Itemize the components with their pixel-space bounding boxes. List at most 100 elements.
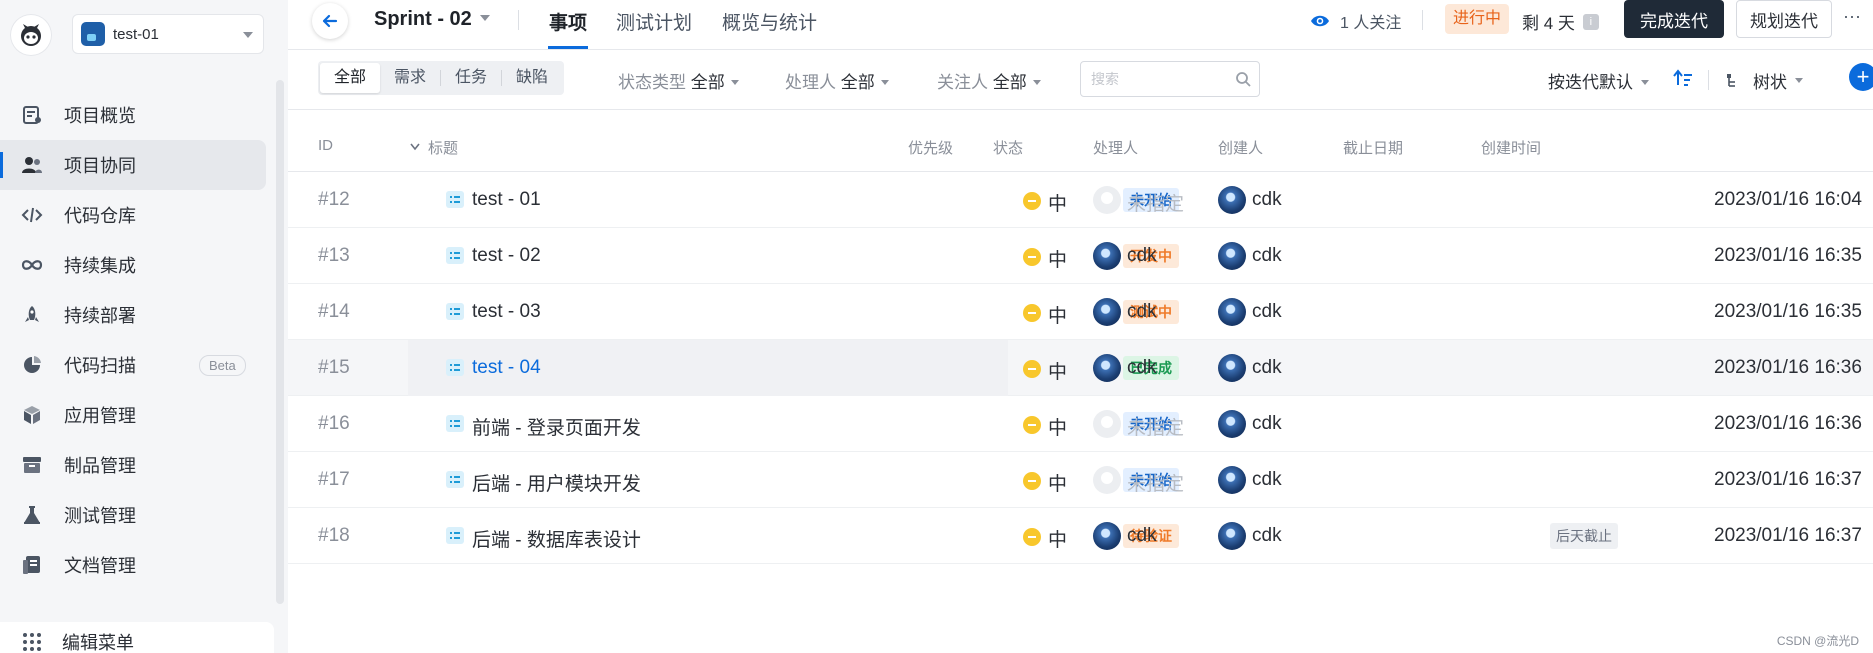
item-title[interactable]: test - 02 (472, 245, 541, 267)
creator-avatar (1218, 186, 1246, 214)
item-priority[interactable]: 中 (1048, 301, 1067, 328)
info-icon[interactable]: i (1582, 13, 1599, 30)
app-logo[interactable] (10, 14, 52, 56)
sidebar-item-overview[interactable]: 项目概览 (0, 90, 272, 140)
item-title[interactable]: test - 01 (472, 189, 541, 211)
assignee-avatar (1093, 298, 1121, 326)
filter-label: 处理人 (785, 73, 836, 92)
watcher-filter[interactable]: 关注人 全部 (937, 68, 1041, 93)
table-row[interactable]: #12 test - 01 中未开始 未指定 cdk 2023/01/16 16:04 (288, 172, 1873, 228)
item-priority[interactable]: 中 (1048, 245, 1067, 272)
more-options-icon[interactable]: ··· (1843, 6, 1861, 27)
segment-defect[interactable]: 缺陷 (502, 63, 562, 93)
creator-avatar (1218, 298, 1246, 326)
list-type-icon (446, 191, 464, 208)
segment-task[interactable]: 任务 (441, 63, 501, 93)
item-priority[interactable]: 中 (1048, 469, 1067, 496)
sidebar-item-docs[interactable]: 文档管理 (0, 540, 272, 590)
table-row[interactable]: #17 后端 - 用户模块开发中未开始 未指定 cdk 2023/01/16 16:37 (288, 452, 1873, 508)
sidebar-item-apps[interactable]: 应用管理 (0, 390, 272, 440)
item-priority[interactable]: 中 (1048, 413, 1067, 440)
segment-requirement[interactable]: 需求 (380, 63, 440, 93)
sprint-selector[interactable]: Sprint - 02 (374, 8, 490, 31)
header-id[interactable]: ID (318, 137, 333, 154)
search-input[interactable] (1080, 61, 1260, 97)
assignee-name[interactable]: 未指定 (1127, 469, 1184, 496)
item-priority[interactable]: 中 (1048, 357, 1067, 384)
sprint-name: Sprint - 02 (374, 8, 472, 30)
header-creator[interactable]: 创建人 (1218, 137, 1263, 158)
plan-sprint-button[interactable]: 规划迭代 (1736, 0, 1832, 38)
creator-name: cdk (1252, 245, 1282, 266)
view-mode-selector[interactable]: 树状 (1725, 68, 1803, 93)
table-row[interactable]: #16 前端 - 登录页面开发中未开始 未指定 cdk 2023/01/16 16:36 (288, 396, 1873, 452)
complete-sprint-button[interactable]: 完成迭代 (1624, 0, 1724, 38)
tab-overview-stats[interactable]: 概览与统计 (722, 8, 817, 35)
table-row[interactable]: #14 test - 03 中测试中 cdk cdk 2023/01/16 16:35 (288, 284, 1873, 340)
edit-menu-label: 编辑菜单 (62, 633, 134, 653)
sidebar-item-label: 持续集成 (64, 256, 136, 276)
sidebar-item-artifacts[interactable]: 制品管理 (0, 440, 272, 490)
search-icon[interactable] (1235, 71, 1251, 87)
item-priority[interactable]: 中 (1048, 189, 1067, 216)
item-title[interactable]: 后端 - 数据库表设计 (472, 525, 641, 552)
add-item-button[interactable]: + (1849, 63, 1873, 91)
sort-selector[interactable]: 按迭代默认 (1548, 68, 1649, 93)
sort-direction-icon[interactable] (1673, 69, 1693, 89)
app-root: test-01 项目概览 项目协同 代码仓库 持续集成 持续部署 代码扫描 Be… (0, 0, 1873, 653)
header-created-time[interactable]: 创建时间 (1481, 137, 1541, 158)
filter-value: 全部 (840, 73, 875, 92)
filter-value: 全部 (992, 73, 1027, 92)
tab-test-plan[interactable]: 测试计划 (616, 8, 692, 35)
due-date-tag[interactable]: 后天截止 (1550, 523, 1618, 549)
project-selector[interactable]: test-01 (72, 14, 264, 54)
created-time: 2023/01/16 16:37 (1714, 525, 1862, 546)
assignee-name[interactable]: cdk (1127, 301, 1157, 323)
sidebar-item-testing[interactable]: 测试管理 (0, 490, 272, 540)
sidebar-scrollbar[interactable] (276, 80, 284, 604)
assignee-name[interactable]: cdk (1127, 525, 1157, 547)
header-assignee[interactable]: 处理人 (1093, 137, 1138, 158)
sidebar-item-scan[interactable]: 代码扫描 Beta (0, 340, 272, 390)
back-button[interactable] (312, 3, 348, 39)
sort-label: 按迭代默认 (1548, 73, 1633, 92)
sidebar-item-collaboration[interactable]: 项目协同 (0, 140, 266, 190)
item-title[interactable]: 后端 - 用户模块开发 (472, 469, 641, 496)
table-row[interactable]: #18 后端 - 数据库表设计中待验证 cdk cdk 后天截止 2023/01/16 1… (288, 508, 1873, 564)
sidebar-item-code[interactable]: 代码仓库 (0, 190, 272, 240)
edit-menu-button[interactable]: 编辑菜单 (0, 622, 274, 653)
table-row[interactable]: #15 test - 04 中已完成 cdk cdk 2023/01/16 16:36 (288, 340, 1873, 396)
top-bar: Sprint - 02 事项 测试计划 概览与统计 1 人关注 进行中 剩 4 … (288, 0, 1873, 50)
segment-all[interactable]: 全部 (320, 63, 381, 93)
item-title[interactable]: test - 03 (472, 301, 541, 323)
creator-name: cdk (1252, 469, 1282, 490)
chevron-down-icon (1032, 80, 1041, 85)
assignee-filter[interactable]: 处理人 全部 (785, 68, 889, 93)
header-title[interactable]: 标题 (428, 137, 458, 158)
assignee-name[interactable]: 未指定 (1127, 413, 1184, 440)
watermark: CSDN @流光D (1776, 634, 1859, 648)
item-title[interactable]: 前端 - 登录页面开发 (472, 413, 641, 440)
list-type-icon (446, 247, 464, 264)
table-row[interactable]: #13 test - 02 中开发中 cdk cdk 2023/01/16 16:35 (288, 228, 1873, 284)
tab-items[interactable]: 事项 (549, 8, 587, 35)
assignee-name[interactable]: cdk (1127, 357, 1157, 379)
chevron-down-icon (479, 15, 490, 21)
sidebar-item-ci[interactable]: 持续集成 (0, 240, 272, 290)
assignee-name[interactable]: 未指定 (1127, 189, 1184, 216)
team-icon (20, 153, 44, 177)
header-status[interactable]: 状态 (993, 137, 1023, 158)
watchers-button[interactable]: 1 人关注 (1310, 9, 1401, 33)
beta-badge: Beta (199, 355, 246, 376)
header-due-date[interactable]: 截止日期 (1343, 137, 1403, 158)
flask-icon (20, 503, 44, 527)
sidebar-item-cd[interactable]: 持续部署 (0, 290, 272, 340)
item-id: #13 (318, 245, 350, 266)
priority-icon (1023, 528, 1041, 546)
item-title[interactable]: test - 04 (472, 357, 541, 379)
assignee-name[interactable]: cdk (1127, 245, 1157, 267)
item-priority[interactable]: 中 (1048, 525, 1067, 552)
collapse-all-icon[interactable] (410, 143, 420, 151)
status-type-filter[interactable]: 状态类型 全部 (618, 68, 739, 93)
header-priority[interactable]: 优先级 (908, 137, 953, 158)
